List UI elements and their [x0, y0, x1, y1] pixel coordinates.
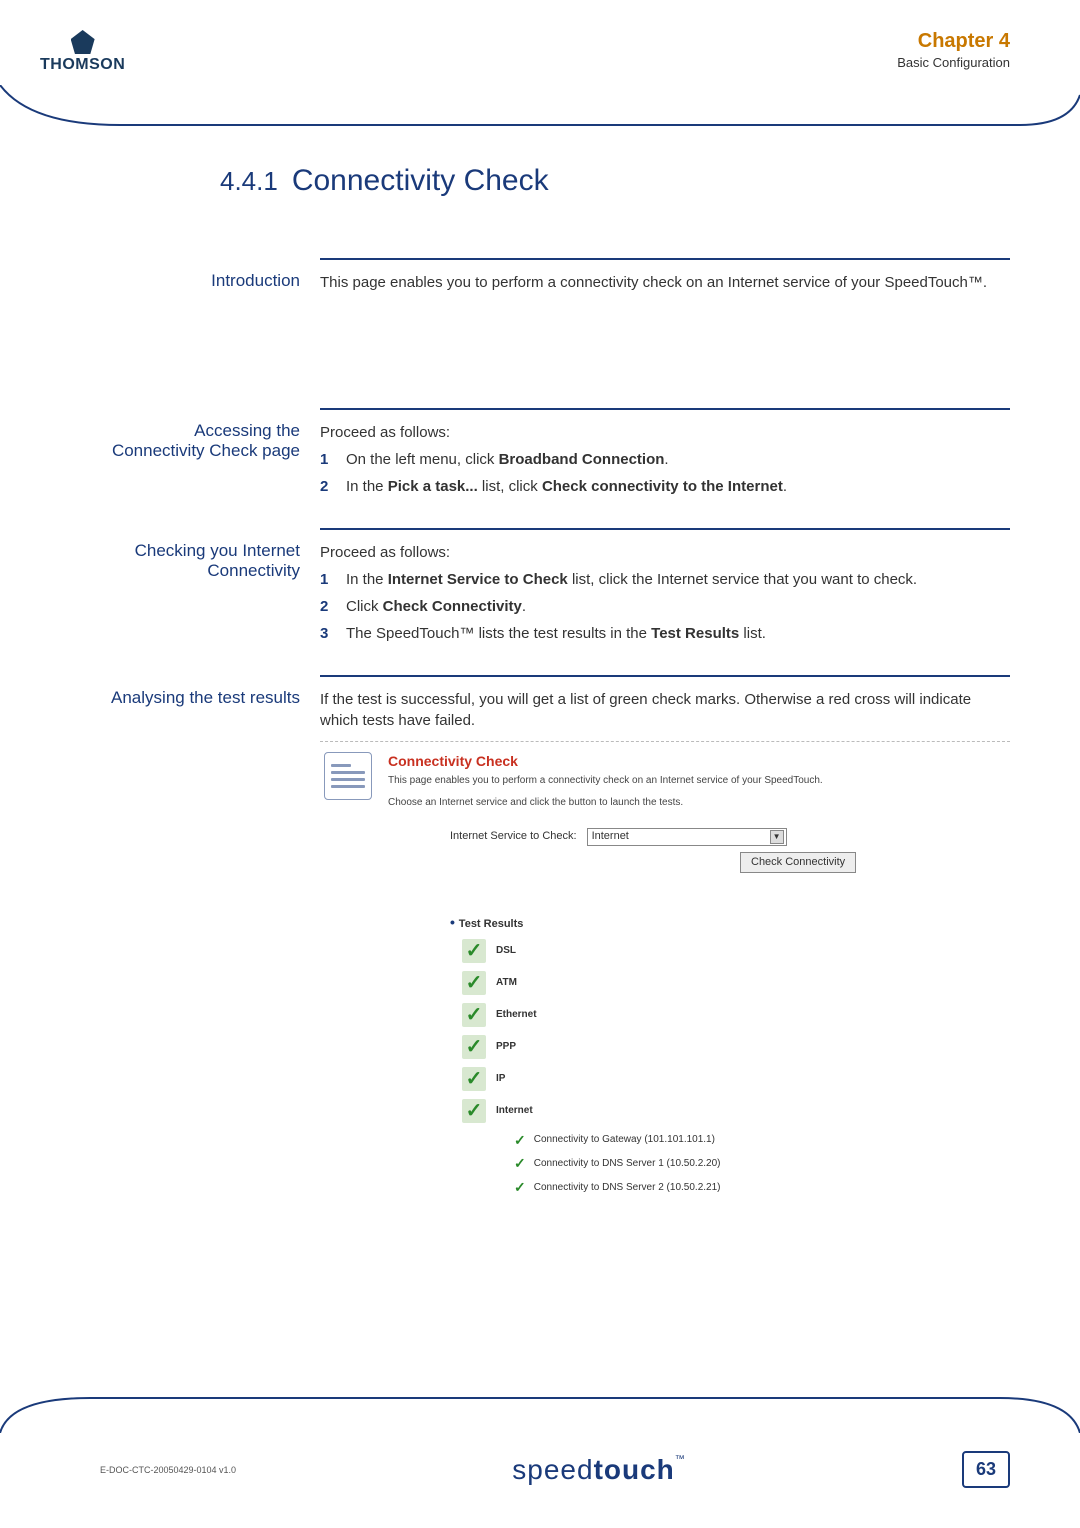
- page-header: THOMSON Chapter 4 Basic Configuration: [0, 0, 1080, 84]
- ss-form-row: Internet Service to Check: Internet ▼: [450, 828, 1010, 846]
- test-result-label: DSL: [496, 944, 516, 958]
- test-result-item: ✓ Internet: [462, 1099, 1010, 1123]
- item-text: The SpeedTouch™ lists the test results i…: [346, 623, 1010, 644]
- test-result-item: ✓ IP: [462, 1067, 1010, 1091]
- test-results-section: Test Results ✓ DSL ✓ ATM ✓ Ethernet ✓ PPP ✓ IP ✓ In…: [450, 913, 1010, 1197]
- thomson-logo-text: THOMSON: [40, 56, 125, 74]
- item-text: In the Pick a task... list, click Check …: [346, 476, 1010, 497]
- header-curve: [0, 85, 1080, 135]
- test-result-label: IP: [496, 1072, 505, 1086]
- checking-label: Checking you Internet Connectivity: [100, 528, 320, 665]
- test-result-item: ✓ ATM: [462, 971, 1010, 995]
- check-icon: ✓: [514, 1178, 526, 1198]
- sub-result-label: Connectivity to DNS Server 1 (10.50.2.20…: [534, 1157, 721, 1171]
- test-results-header: Test Results: [450, 913, 1010, 933]
- check-icon: ✓: [462, 971, 486, 995]
- analysing-block: Analysing the test results If the test i…: [100, 675, 1010, 1216]
- intro-block: Introduction This page enables you to pe…: [100, 258, 1010, 308]
- item-text: On the left menu, click Broadband Connec…: [346, 449, 1010, 470]
- test-result-item: ✓ Ethernet: [462, 1003, 1010, 1027]
- item-num: 1: [320, 569, 346, 590]
- list-item: 2 Click Check Connectivity.: [320, 596, 1010, 617]
- test-result-sub-item: ✓ Connectivity to Gateway (101.101.101.1): [514, 1131, 1010, 1151]
- section-number: 4.4.1: [220, 166, 278, 197]
- speedtouch-logo: speedtouch™: [512, 1454, 686, 1486]
- test-result-sub-item: ✓ Connectivity to DNS Server 1 (10.50.2.2…: [514, 1154, 1010, 1174]
- test-result-label: PPP: [496, 1040, 516, 1054]
- accessing-body: Proceed as follows: 1 On the left menu, …: [320, 408, 1010, 518]
- ss-title: Connectivity Check: [388, 752, 1010, 772]
- ss-title-block: Connectivity Check This page enables you…: [388, 752, 1010, 810]
- doc-id: E-DOC-CTC-20050429-0104 v1.0: [100, 1465, 236, 1475]
- ss-form-label: Internet Service to Check:: [450, 829, 577, 844]
- check-icon: ✓: [514, 1131, 526, 1151]
- item-num: 1: [320, 449, 346, 470]
- checking-lead: Proceed as follows:: [320, 542, 1010, 563]
- check-connectivity-button[interactable]: Check Connectivity: [740, 852, 856, 873]
- thomson-logo: THOMSON: [40, 30, 125, 74]
- analysing-body: If the test is successful, you will get …: [320, 675, 1010, 1216]
- ss-desc2: Choose an Internet service and click the…: [388, 796, 1010, 810]
- test-result-item: ✓ PPP: [462, 1035, 1010, 1059]
- page-content: 4.4.1 Connectivity Check Introduction Th…: [0, 84, 1080, 1216]
- test-result-label: Ethernet: [496, 1008, 537, 1022]
- list-item: 1 On the left menu, click Broadband Conn…: [320, 449, 1010, 470]
- test-result-label: ATM: [496, 976, 517, 990]
- checking-block: Checking you Internet Connectivity Proce…: [100, 528, 1010, 665]
- analysing-label: Analysing the test results: [100, 675, 320, 1216]
- item-text: Click Check Connectivity.: [346, 596, 1010, 617]
- sub-result-label: Connectivity to Gateway (101.101.101.1): [534, 1133, 715, 1147]
- intro-label: Introduction: [100, 258, 320, 308]
- section-heading: Connectivity Check: [292, 164, 549, 198]
- ss-header: Connectivity Check This page enables you…: [320, 748, 1010, 820]
- intro-body: This page enables you to perform a conne…: [320, 258, 1010, 308]
- list-item: 1 In the Internet Service to Check list,…: [320, 569, 1010, 590]
- internet-service-select[interactable]: Internet ▼: [587, 828, 787, 846]
- accessing-label: Accessing the Connectivity Check page: [100, 408, 320, 518]
- ss-desc1: This page enables you to perform a conne…: [388, 774, 1010, 788]
- checking-body: Proceed as follows: 1 In the Internet Se…: [320, 528, 1010, 665]
- analysing-text: If the test is successful, you will get …: [320, 689, 1010, 731]
- check-icon: ✓: [514, 1154, 526, 1174]
- check-icon: ✓: [462, 1067, 486, 1091]
- accessing-list: 1 On the left menu, click Broadband Conn…: [320, 449, 1010, 497]
- test-result-sub-item: ✓ Connectivity to DNS Server 2 (10.50.2.2…: [514, 1178, 1010, 1198]
- chapter-subtitle: Basic Configuration: [897, 55, 1010, 70]
- list-item: 2 In the Pick a task... list, click Chec…: [320, 476, 1010, 497]
- item-text: In the Internet Service to Check list, c…: [346, 569, 1010, 590]
- section-title: 4.4.1 Connectivity Check: [220, 164, 1010, 198]
- sub-result-label: Connectivity to DNS Server 2 (10.50.2.21…: [534, 1181, 721, 1195]
- select-value: Internet: [592, 829, 629, 844]
- thomson-logo-icon: [71, 30, 95, 54]
- check-icon: ✓: [462, 1003, 486, 1027]
- check-icon: ✓: [462, 1035, 486, 1059]
- ss-button-row: Check Connectivity: [320, 846, 1010, 873]
- chapter-label: Chapter 4: [897, 30, 1010, 53]
- header-right: Chapter 4 Basic Configuration: [897, 30, 1010, 70]
- accessing-lead: Proceed as follows:: [320, 422, 1010, 443]
- page-footer: E-DOC-CTC-20050429-0104 v1.0 speedtouch™…: [0, 1451, 1080, 1488]
- check-icon: ✓: [462, 939, 486, 963]
- chevron-down-icon: ▼: [770, 830, 784, 844]
- checking-list: 1 In the Internet Service to Check list,…: [320, 569, 1010, 644]
- check-icon: ✓: [462, 1099, 486, 1123]
- item-num: 2: [320, 596, 346, 617]
- page-number: 63: [962, 1451, 1010, 1488]
- item-num: 2: [320, 476, 346, 497]
- accessing-block: Accessing the Connectivity Check page Pr…: [100, 408, 1010, 518]
- document-icon: [324, 752, 372, 800]
- test-result-label: Internet: [496, 1104, 533, 1118]
- footer-curve: [0, 1383, 1080, 1433]
- embedded-screenshot: Connectivity Check This page enables you…: [320, 741, 1010, 1197]
- item-num: 3: [320, 623, 346, 644]
- list-item: 3 The SpeedTouch™ lists the test results…: [320, 623, 1010, 644]
- test-result-item: ✓ DSL: [462, 939, 1010, 963]
